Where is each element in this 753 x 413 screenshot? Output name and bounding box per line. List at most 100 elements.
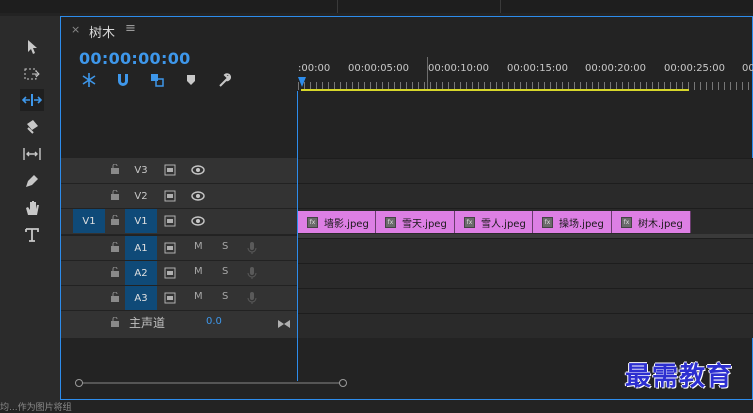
- clip[interactable]: fx 操场.jpeg: [533, 211, 612, 233]
- master-volume-value[interactable]: 0.0: [206, 316, 222, 327]
- fx-badge: fx: [621, 216, 632, 228]
- track-header-v3: V3: [61, 158, 297, 183]
- track-lane-a2[interactable]: [298, 263, 753, 289]
- source-patch-v1[interactable]: V1: [73, 209, 105, 233]
- eye-icon[interactable]: [191, 190, 205, 202]
- panel-divider: [500, 0, 501, 13]
- track-header-v1: V1 V1: [61, 208, 297, 234]
- hand-tool[interactable]: [20, 197, 44, 219]
- track-lane-a3[interactable]: [298, 288, 753, 314]
- microphone-icon[interactable]: [245, 292, 259, 304]
- microphone-icon[interactable]: [245, 267, 259, 279]
- mute-button[interactable]: M: [194, 291, 203, 302]
- wrench-icon: [219, 73, 232, 87]
- track-target-a2[interactable]: A2: [125, 261, 157, 285]
- track-lane-master[interactable]: [298, 313, 753, 338]
- track-select-tool[interactable]: [20, 63, 44, 85]
- slip-tool[interactable]: [20, 143, 44, 165]
- lock-icon[interactable]: [111, 267, 119, 277]
- track-select-icon: [24, 68, 40, 80]
- track-lane-a1[interactable]: [298, 238, 753, 264]
- ripple-edit-tool[interactable]: [20, 89, 44, 111]
- linked-selection-button[interactable]: [149, 72, 165, 88]
- clip[interactable]: fx 雪人.jpeg: [455, 211, 533, 233]
- status-text: 均...作为图片将组: [0, 403, 72, 413]
- solo-button[interactable]: S: [222, 291, 228, 302]
- selection-tool[interactable]: [20, 36, 44, 58]
- ruler-label: 00: [742, 63, 753, 74]
- magnet-icon: [118, 74, 128, 86]
- razor-tool[interactable]: [20, 116, 44, 138]
- fx-badge: fx: [542, 216, 553, 228]
- sync-lock-icon[interactable]: [164, 215, 178, 227]
- clip[interactable]: fx 树木.jpeg: [612, 211, 691, 233]
- lock-icon[interactable]: [111, 292, 119, 302]
- lock-icon[interactable]: [111, 317, 119, 327]
- fx-badge: fx: [464, 216, 475, 228]
- playhead-line[interactable]: [297, 91, 298, 381]
- arrow-icon: [28, 40, 37, 54]
- track-area[interactable]: fx 墙影.jpeg fx 雪天.jpeg fx 雪人.jpeg fx 操场.jpeg …: [298, 158, 753, 338]
- sync-lock-icon[interactable]: [164, 242, 178, 254]
- lock-icon[interactable]: [111, 215, 119, 225]
- playhead-timecode[interactable]: 00:00:00:00: [79, 49, 191, 68]
- scrollbar-left-handle[interactable]: [75, 379, 83, 387]
- clip-name: 雪天.jpeg: [402, 218, 447, 230]
- fx-badge: fx: [385, 216, 396, 228]
- work-area-bar[interactable]: [301, 89, 689, 91]
- sync-lock-icon[interactable]: [164, 267, 178, 279]
- time-ruler[interactable]: :00:00 00:00:05:00 00:00:10:00 00:00:15:…: [298, 57, 753, 91]
- clip[interactable]: fx 雪天.jpeg: [376, 211, 455, 233]
- lock-icon[interactable]: [111, 190, 119, 200]
- sync-lock-icon[interactable]: [164, 190, 178, 202]
- track-lane-v3[interactable]: [298, 158, 753, 184]
- track-lane-v1[interactable]: fx 墙影.jpeg fx 雪天.jpeg fx 雪人.jpeg fx 操场.jpeg …: [298, 208, 753, 234]
- sync-lock-icon[interactable]: [164, 292, 178, 304]
- master-track-label: 主声道: [129, 316, 166, 330]
- scrollbar-right-handle[interactable]: [339, 379, 347, 387]
- track-header-a1: A1 M S: [61, 235, 297, 261]
- track-target-a1[interactable]: A1: [125, 236, 157, 260]
- clip-name: 操场.jpeg: [559, 218, 604, 230]
- scrollbar-track[interactable]: [79, 382, 343, 384]
- track-header-v2: V2: [61, 183, 297, 209]
- track-target-v1[interactable]: V1: [125, 209, 157, 233]
- zoom-scrollbar[interactable]: [75, 379, 347, 387]
- timeline-panel: × 树木 ≡ 00:00:00:00 :00:00 00:00:05:00 00…: [60, 16, 753, 400]
- track-header-a3: A3 M S: [61, 285, 297, 311]
- track-target-v3[interactable]: V3: [125, 158, 157, 182]
- pen-tool[interactable]: [20, 170, 44, 192]
- timeline-settings-button[interactable]: [217, 72, 233, 88]
- lock-icon[interactable]: [111, 242, 119, 252]
- type-icon: [25, 228, 39, 242]
- sequence-title[interactable]: 树木: [89, 22, 115, 41]
- track-lane-v2[interactable]: [298, 183, 753, 209]
- track-target-v2[interactable]: V2: [125, 184, 157, 208]
- razor-icon: [27, 120, 38, 134]
- solo-button[interactable]: S: [222, 266, 228, 277]
- panel-menu-icon[interactable]: ≡: [125, 21, 136, 36]
- mute-button[interactable]: M: [194, 266, 203, 277]
- marker-icon: [187, 75, 195, 85]
- sync-lock-icon[interactable]: [164, 164, 178, 176]
- close-tab-button[interactable]: ×: [71, 23, 80, 36]
- eye-icon[interactable]: [191, 215, 205, 227]
- lock-icon[interactable]: [111, 164, 119, 174]
- mute-button[interactable]: M: [194, 241, 203, 252]
- nest-toggle-button[interactable]: [81, 72, 97, 88]
- ruler-major-tick: [427, 57, 428, 90]
- eye-icon[interactable]: [191, 164, 205, 176]
- track-target-a3[interactable]: A3: [125, 286, 157, 310]
- linked-selection-icon: [151, 74, 164, 87]
- slip-icon: [23, 148, 41, 160]
- pen-icon: [26, 175, 38, 187]
- playhead-handle[interactable]: [298, 77, 306, 87]
- type-tool[interactable]: [20, 224, 44, 246]
- microphone-icon[interactable]: [245, 242, 259, 254]
- bowtie-icon[interactable]: [277, 318, 291, 330]
- snap-button[interactable]: [115, 72, 131, 88]
- solo-button[interactable]: S: [222, 241, 228, 252]
- clip[interactable]: fx 墙影.jpeg: [298, 211, 376, 233]
- add-marker-button[interactable]: [183, 72, 199, 88]
- clip-name: 树木.jpeg: [638, 218, 683, 230]
